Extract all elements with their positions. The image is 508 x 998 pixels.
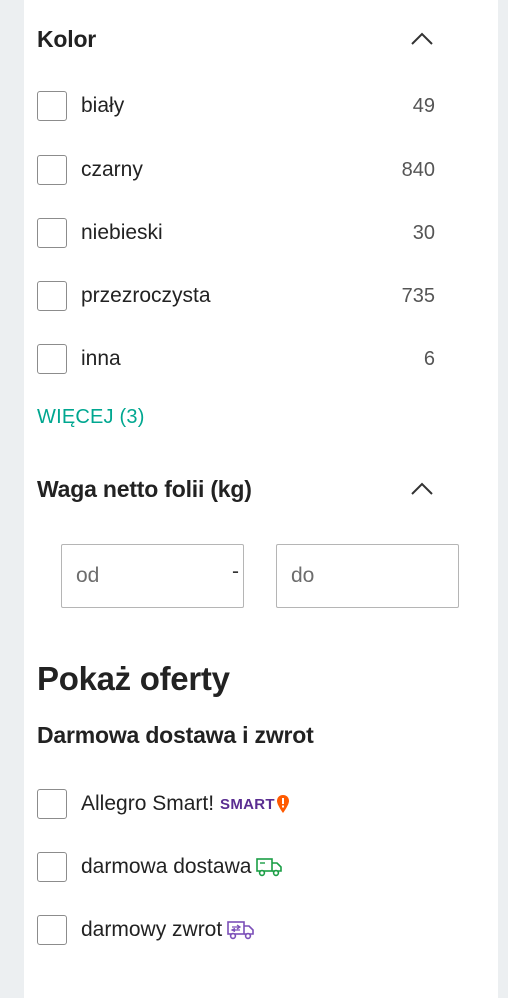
weight-to-input[interactable] xyxy=(276,544,459,608)
checkbox[interactable] xyxy=(37,344,67,374)
option-count: 840 xyxy=(401,158,435,181)
option-label: przezroczysta xyxy=(81,284,211,307)
offer-option-free-return[interactable]: darmowy zwrot xyxy=(37,914,435,946)
weight-from-input[interactable] xyxy=(61,544,244,608)
smart-badge-text: SMART xyxy=(220,795,275,813)
checkbox[interactable] xyxy=(37,218,67,248)
option-label: darmowy zwrot xyxy=(81,918,223,941)
option-label: inna xyxy=(81,347,121,370)
color-option-inna[interactable]: inna 6 xyxy=(37,343,435,375)
option-label: darmowa dostawa xyxy=(81,855,252,878)
offer-option-free-delivery[interactable]: darmowa dostawa xyxy=(37,851,435,883)
option-count: 735 xyxy=(401,284,435,307)
color-option-przezroczysta[interactable]: przezroczysta 735 xyxy=(37,280,435,312)
option-label: biały xyxy=(81,94,125,117)
color-option-bialy[interactable]: biały 49 xyxy=(37,90,435,122)
delivery-truck-icon xyxy=(255,856,283,878)
return-truck-icon xyxy=(226,919,256,941)
smart-pin-icon xyxy=(276,795,289,813)
option-count: 30 xyxy=(412,221,435,244)
color-filter-title: Kolor xyxy=(37,25,97,52)
free-shipping-subtitle: Darmowa dostawa i zwrot xyxy=(37,722,314,748)
chevron-up-icon[interactable] xyxy=(407,474,437,504)
color-option-niebieski[interactable]: niebieski 30 xyxy=(37,217,435,249)
chevron-up-icon[interactable] xyxy=(407,24,437,54)
offers-section-title: Pokaż oferty xyxy=(37,660,230,697)
option-label: czarny xyxy=(81,158,143,181)
checkbox[interactable] xyxy=(37,91,67,121)
checkbox[interactable] xyxy=(37,915,67,945)
option-count: 6 xyxy=(423,347,435,370)
color-option-czarny[interactable]: czarny 840 xyxy=(37,154,435,186)
checkbox[interactable] xyxy=(37,789,67,819)
option-count: 49 xyxy=(412,94,435,117)
checkbox[interactable] xyxy=(37,281,67,311)
smart-badge: SMART xyxy=(220,794,290,814)
checkbox[interactable] xyxy=(37,852,67,882)
offer-option-allegro-smart[interactable]: Allegro Smart! SMART xyxy=(37,788,435,820)
option-label: Allegro Smart! xyxy=(81,792,215,815)
range-separator: - xyxy=(232,560,239,583)
option-label: niebieski xyxy=(81,221,163,244)
weight-filter-header[interactable]: Waga netto folii (kg) xyxy=(37,474,437,504)
show-more-colors-link[interactable]: WIĘCEJ (3) xyxy=(37,406,145,429)
color-filter-header[interactable]: Kolor xyxy=(37,24,437,54)
weight-filter-title: Waga netto folii (kg) xyxy=(37,475,252,502)
checkbox[interactable] xyxy=(37,155,67,185)
